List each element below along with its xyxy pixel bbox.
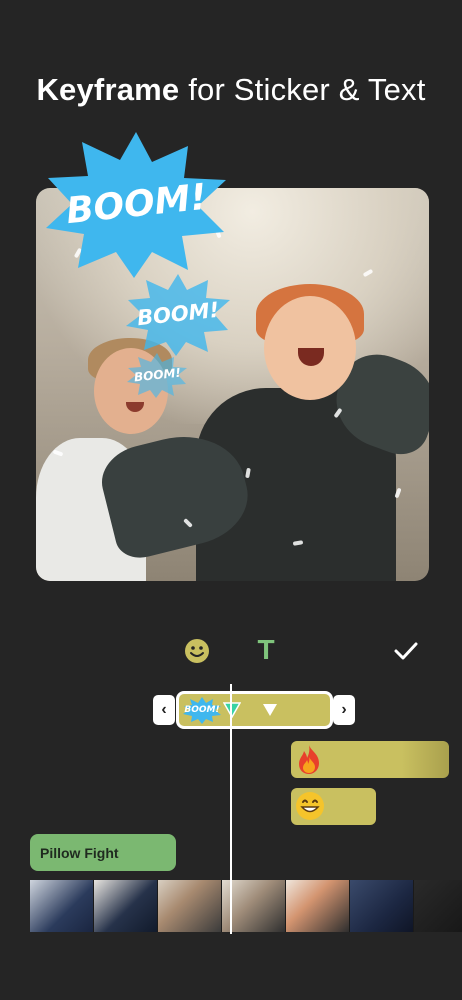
playhead[interactable] xyxy=(230,684,232,934)
filmstrip-frame xyxy=(414,880,462,932)
keyframe-marker-icon[interactable] xyxy=(222,702,242,719)
trim-handle-left[interactable]: ‹ xyxy=(153,695,175,725)
text-tool-icon[interactable]: T xyxy=(252,635,280,665)
filmstrip-frame xyxy=(350,880,414,932)
sticker-thumbnail: BOOM! xyxy=(182,696,222,724)
smiley-icon[interactable] xyxy=(183,637,211,665)
text-track[interactable]: Pillow Fight xyxy=(30,834,176,871)
position-marker-icon xyxy=(262,703,278,717)
grinning-emoji-icon xyxy=(294,790,326,822)
filmstrip-frame xyxy=(30,880,94,932)
page-headline: Keyframe for Sticker & Text xyxy=(0,72,462,108)
checkmark-icon[interactable] xyxy=(392,637,420,665)
headline-rest: for Sticker & Text xyxy=(188,72,426,107)
boom-sticker-medium[interactable]: BOOM! xyxy=(124,272,232,356)
filmstrip-frame xyxy=(286,880,350,932)
sticker-thumbnail-text: BOOM! xyxy=(184,705,220,715)
fire-emoji-icon xyxy=(293,743,325,775)
text-track-label: Pillow Fight xyxy=(40,844,119,861)
boom-sticker-large[interactable]: BOOM! xyxy=(42,128,230,280)
trim-handle-right[interactable]: › xyxy=(333,695,355,725)
boom-sticker-small[interactable]: BOOM! xyxy=(126,352,188,398)
video-filmstrip[interactable] xyxy=(30,880,462,932)
headline-bold: Keyframe xyxy=(36,72,180,107)
filmstrip-frame xyxy=(158,880,222,932)
filmstrip-frame xyxy=(94,880,158,932)
